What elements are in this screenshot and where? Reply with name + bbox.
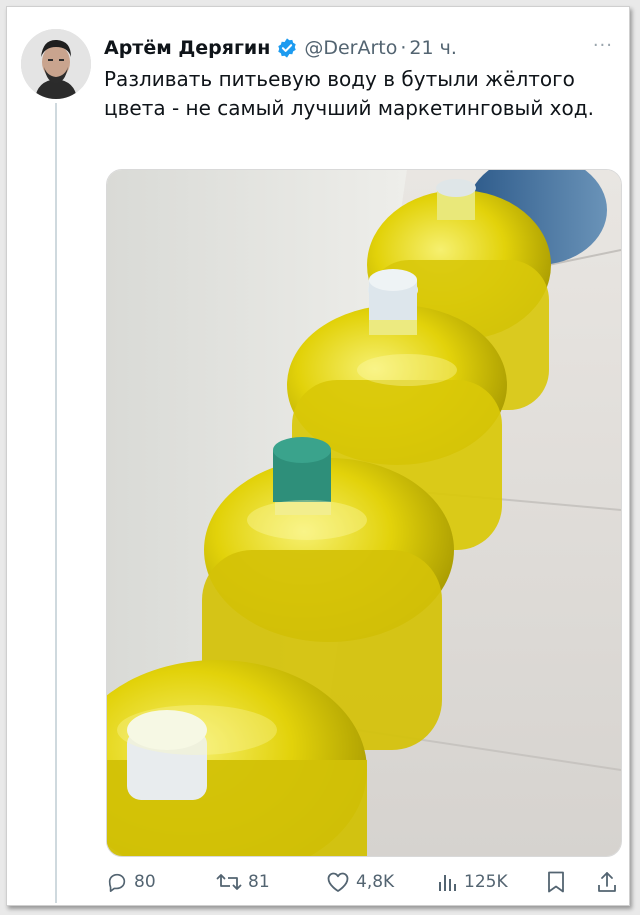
reply-icon: [108, 873, 126, 892]
author-handle[interactable]: @DerArto: [304, 37, 397, 59]
tweet-timestamp[interactable]: 21 ч.: [409, 37, 456, 59]
tweet-actions: 80 81 4,8K 125K: [106, 865, 620, 899]
avatar-photo: [21, 29, 91, 99]
retweet-icon: [216, 874, 242, 890]
tweet-header: Артём Дерягин @DerArto · 21 ч. ···: [104, 33, 613, 63]
tweet-media-image[interactable]: [106, 169, 622, 857]
reply-button[interactable]: 80: [106, 865, 156, 899]
more-icon[interactable]: ···: [593, 35, 613, 56]
share-button[interactable]: [596, 865, 624, 899]
bookmark-icon: [548, 871, 564, 893]
retweet-count: 81: [248, 872, 270, 892]
like-count: 4,8K: [356, 872, 395, 892]
retweet-button[interactable]: 81: [216, 865, 270, 899]
avatar[interactable]: [21, 29, 91, 99]
views-icon: [439, 875, 456, 891]
bookmark-button[interactable]: [546, 865, 572, 899]
thread-line: [55, 103, 57, 903]
verified-icon: [278, 38, 297, 58]
reply-count: 80: [134, 872, 156, 892]
like-icon: [327, 872, 349, 892]
tweet-card: Артём Дерягин @DerArto · 21 ч. ··· Разли…: [6, 6, 630, 906]
views-count: 125K: [464, 872, 508, 892]
tweet-text: Разливать питьевую воду в бутыли жёлтого…: [104, 67, 594, 120]
share-icon: [598, 872, 616, 892]
author-name[interactable]: Артём Дерягин: [104, 37, 270, 59]
like-button[interactable]: 4,8K: [326, 865, 394, 899]
views-button[interactable]: 125K: [436, 865, 508, 899]
yellow-water-bottles-photo: [107, 170, 621, 856]
header-separator: ·: [400, 37, 407, 59]
